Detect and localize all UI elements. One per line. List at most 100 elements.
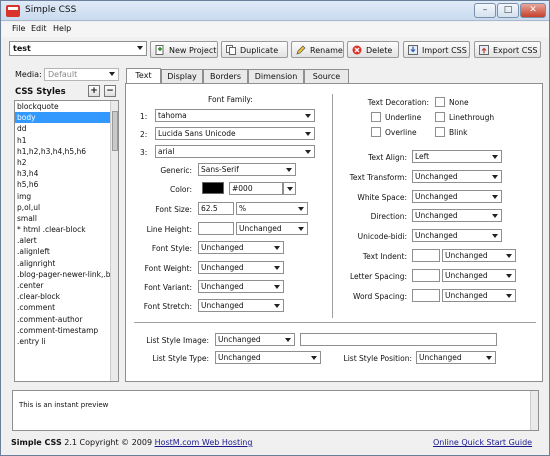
font-variant-select[interactable]: Unchanged (198, 280, 284, 293)
close-button[interactable]: ✕ (520, 3, 546, 18)
scrollbar-thumb[interactable] (112, 111, 118, 151)
font-family-select-2[interactable]: Lucida Sans Unicode (155, 127, 315, 140)
text-indent-unit-select[interactable]: Unchanged (442, 249, 516, 262)
css-style-list-item[interactable]: h1,h2,h3,h4,h5,h6 (15, 146, 118, 157)
new-project-button[interactable]: New Project (150, 41, 218, 58)
css-style-list-item[interactable]: body (15, 112, 118, 124)
delete-button[interactable]: Delete (347, 41, 399, 58)
text-indent-input[interactable] (412, 249, 440, 262)
css-style-list-item[interactable]: .blog-pager-newer-link,.blo (15, 269, 118, 280)
export-css-button[interactable]: Export CSS (474, 41, 541, 58)
css-style-list-item[interactable]: .comment-author (15, 314, 118, 325)
remove-style-button[interactable]: − (104, 85, 116, 97)
chevron-down-icon (274, 304, 280, 308)
decoration-linethrough-checkbox[interactable] (435, 112, 445, 122)
maximize-button[interactable]: □ (497, 3, 519, 18)
white-space-label: White Space: (357, 193, 407, 202)
word-spacing-unit-value: Unchanged (445, 291, 488, 300)
list-style-type-select[interactable]: Unchanged (215, 351, 321, 364)
list-style-position-select[interactable]: Unchanged (416, 351, 496, 364)
font-weight-select[interactable]: Unchanged (198, 261, 284, 274)
chevron-down-icon (492, 175, 498, 179)
font-size-unit-select[interactable]: % (236, 202, 308, 215)
line-height-unit-select[interactable]: Unchanged (236, 222, 308, 235)
css-style-list-item[interactable]: .entry li (15, 336, 118, 347)
word-spacing-unit-select[interactable]: Unchanged (442, 289, 516, 302)
tab-dimension[interactable]: Dimension (248, 69, 304, 83)
css-style-list-item[interactable]: .comment-timestamp (15, 325, 118, 336)
media-select[interactable]: Default (44, 68, 119, 81)
stylesheet-select[interactable]: test (9, 41, 147, 56)
chevron-down-icon (287, 187, 293, 191)
rename-button[interactable]: Rename (291, 41, 344, 58)
font-family-select-1[interactable]: tahoma (155, 109, 315, 122)
export-css-label: Export CSS (493, 46, 538, 55)
generic-select[interactable]: Sans-Serif (198, 163, 296, 176)
letter-spacing-input[interactable] (412, 269, 440, 282)
stylesheet-value: test (13, 44, 31, 53)
menu-file[interactable]: File (12, 24, 25, 33)
css-style-list-item[interactable]: img (15, 191, 118, 202)
tab-source[interactable]: Source (304, 69, 349, 83)
hostm-link[interactable]: HostM.com Web Hosting (155, 438, 253, 447)
letter-spacing-unit-value: Unchanged (445, 271, 488, 280)
css-style-list-item[interactable]: * html .clear-block (15, 224, 118, 235)
css-style-list-item[interactable]: small (15, 213, 118, 224)
font-family-select-3[interactable]: arial (155, 145, 315, 158)
font-style-select[interactable]: Unchanged (198, 241, 284, 254)
white-space-select[interactable]: Unchanged (412, 190, 502, 203)
duplicate-button[interactable]: Duplicate (221, 41, 288, 58)
font-stretch-select[interactable]: Unchanged (198, 299, 284, 312)
list-style-position-value: Unchanged (419, 353, 462, 362)
list-style-image-select[interactable]: Unchanged (215, 333, 295, 346)
direction-select[interactable]: Unchanged (412, 209, 502, 222)
duplicate-label: Duplicate (240, 46, 279, 55)
add-style-button[interactable]: + (88, 85, 100, 97)
chevron-down-icon (298, 207, 304, 211)
list-style-image-url-input[interactable] (300, 333, 497, 346)
text-transform-select[interactable]: Unchanged (412, 170, 502, 183)
preview-scrollbar[interactable] (530, 391, 538, 430)
family-number-2: 2: (140, 130, 148, 139)
css-style-list-item[interactable]: h5,h6 (15, 179, 118, 190)
css-style-list-item[interactable]: .comment (15, 302, 118, 313)
css-style-list-item[interactable]: h2 (15, 157, 118, 168)
css-style-list-item[interactable]: h3,h4 (15, 168, 118, 179)
tab-text[interactable]: Text (126, 68, 161, 83)
decoration-overline-checkbox[interactable] (371, 127, 381, 137)
css-style-list-item[interactable]: blockquote (15, 101, 118, 112)
unicode-bidi-select[interactable]: Unchanged (412, 229, 502, 242)
quick-start-guide-link[interactable]: Online Quick Start Guide (433, 438, 532, 447)
css-style-list-item[interactable]: .alert (15, 235, 118, 246)
text-align-select[interactable]: Left (412, 150, 502, 163)
decoration-blink-checkbox[interactable] (435, 127, 445, 137)
line-height-input[interactable] (198, 222, 234, 235)
minimize-button[interactable]: – (474, 3, 496, 18)
font-style-value: Unchanged (201, 243, 244, 252)
css-styles-list[interactable]: blockquote body dd h1 h1,h2,h3,h4,h5,h6 h2 h3,… (14, 100, 119, 382)
menu-edit[interactable]: Edit (31, 24, 47, 33)
css-style-list-item[interactable]: .alignleft (15, 246, 118, 257)
decoration-underline-checkbox[interactable] (371, 112, 381, 122)
css-style-list-item[interactable]: .clear-block (15, 291, 118, 302)
css-style-list-item[interactable]: p,ol,ul (15, 202, 118, 213)
font-size-input[interactable]: 62.5 (198, 202, 234, 215)
family-number-1: 1: (140, 112, 148, 121)
list-scrollbar[interactable] (110, 101, 118, 381)
tab-borders[interactable]: Borders (203, 69, 248, 83)
letter-spacing-unit-select[interactable]: Unchanged (442, 269, 516, 282)
decoration-none-checkbox[interactable] (435, 97, 445, 107)
color-picker-button[interactable] (283, 182, 296, 195)
css-style-list-item[interactable]: dd (15, 123, 118, 134)
tab-display[interactable]: Display (161, 69, 203, 83)
css-style-list-item[interactable]: .center (15, 280, 118, 291)
title-bar[interactable]: Simple CSS – □ ✕ (1, 1, 549, 21)
color-swatch[interactable] (202, 182, 224, 194)
css-style-list-item[interactable]: h1 (15, 135, 118, 146)
color-input[interactable]: #000 (229, 182, 283, 195)
app-window: Simple CSS – □ ✕ File Edit Help test New… (0, 0, 550, 456)
menu-help[interactable]: Help (53, 24, 71, 33)
css-style-list-item[interactable]: .alignright (15, 258, 118, 269)
import-css-button[interactable]: Import CSS (403, 41, 470, 58)
word-spacing-input[interactable] (412, 289, 440, 302)
